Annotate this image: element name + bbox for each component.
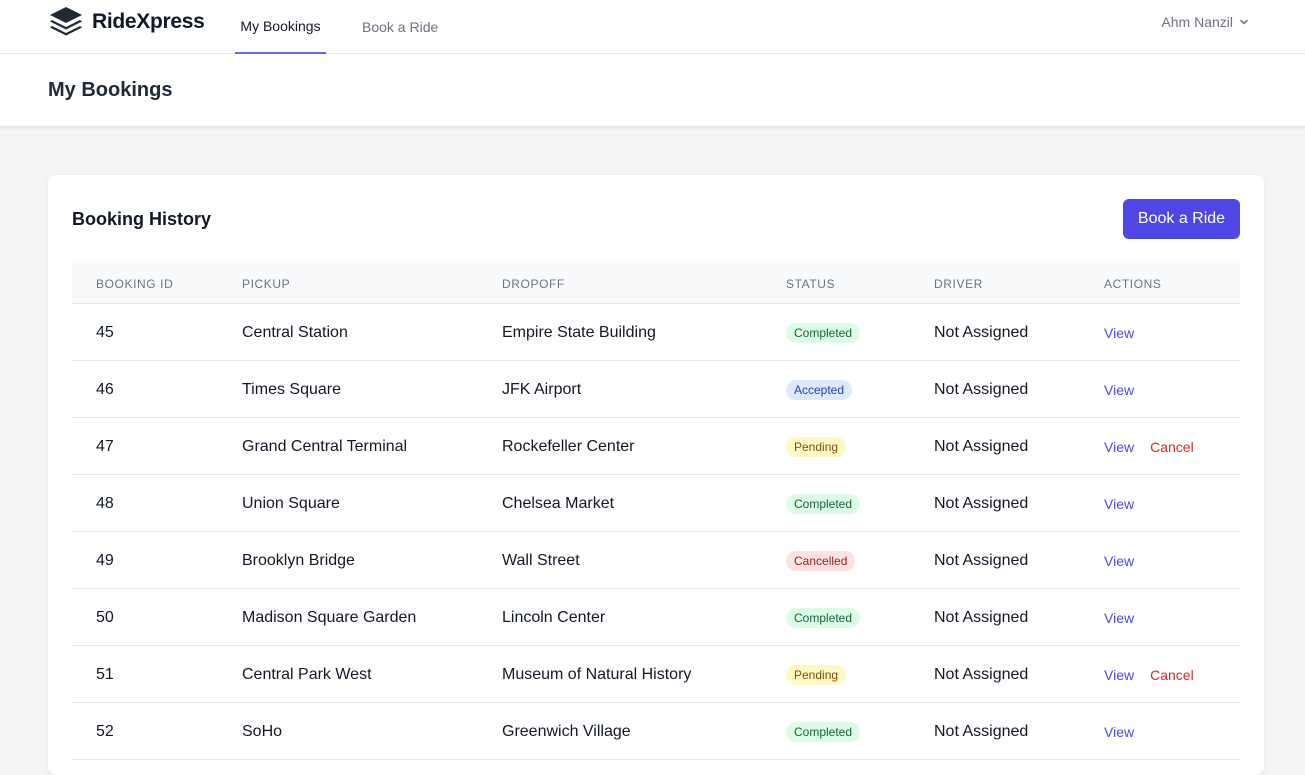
- status-cell: Completed: [786, 722, 861, 742]
- actions-cell: View: [1104, 610, 1150, 628]
- status-badge: Pending: [786, 665, 847, 685]
- driver-name: Not Assigned: [934, 552, 1029, 569]
- actions-cell: View: [1104, 325, 1150, 343]
- booking-id: 51: [96, 666, 114, 683]
- table-row: 50 Madison Square Garden Lincoln Center Com…: [72, 589, 1240, 646]
- page-header: My Bookings: [0, 54, 1305, 127]
- table-row: 51 Central Park West Museum of Natural His…: [72, 646, 1240, 703]
- view-link[interactable]: View: [1104, 496, 1134, 512]
- book-a-ride-button[interactable]: Book a Ride: [1123, 199, 1240, 239]
- header-dropoff: DROPOFF: [502, 277, 565, 291]
- actions-cell: View Cancel: [1104, 667, 1206, 685]
- driver-name: Not Assigned: [934, 609, 1029, 626]
- pickup-location: Madison Square Garden: [242, 609, 417, 626]
- booking-id: 52: [96, 723, 114, 740]
- status-badge: Completed: [786, 722, 861, 742]
- status-cell: Pending: [786, 665, 847, 685]
- table-row: 47 Grand Central Terminal Rockefeller Cent…: [72, 418, 1240, 475]
- nav-my-bookings[interactable]: My Bookings: [235, 0, 326, 54]
- dropoff-location: Lincoln Center: [502, 609, 606, 626]
- bookings-table: BOOKING ID PICKUP DROPOFF STATUS DRIVER …: [72, 263, 1240, 760]
- view-link[interactable]: View: [1104, 325, 1134, 341]
- header-actions: ACTIONS: [1104, 277, 1162, 291]
- status-badge: Accepted: [786, 380, 853, 400]
- status-badge: Completed: [786, 494, 861, 514]
- booking-id: 46: [96, 381, 114, 398]
- booking-id: 48: [96, 495, 114, 512]
- status-cell: Cancelled: [786, 551, 856, 571]
- booking-id: 49: [96, 552, 114, 569]
- card-title: Booking History: [72, 209, 212, 229]
- layers-icon: [50, 7, 82, 36]
- booking-id: 45: [96, 324, 114, 341]
- driver-name: Not Assigned: [934, 438, 1029, 455]
- status-badge: Cancelled: [786, 551, 856, 571]
- pickup-location: SoHo: [242, 723, 283, 740]
- page-title: My Bookings: [48, 79, 173, 101]
- nav-book-a-ride[interactable]: Book a Ride: [357, 0, 443, 54]
- top-navbar: RideXpress My Bookings Book a Ride Ahm N…: [0, 0, 1305, 54]
- driver-name: Not Assigned: [934, 723, 1029, 740]
- driver-name: Not Assigned: [934, 381, 1029, 398]
- view-link[interactable]: View: [1104, 439, 1134, 455]
- driver-name: Not Assigned: [934, 666, 1029, 683]
- view-link[interactable]: View: [1104, 667, 1134, 683]
- dropoff-location: Wall Street: [502, 552, 580, 569]
- dropoff-location: Empire State Building: [502, 324, 656, 341]
- status-cell: Accepted: [786, 380, 853, 400]
- status-badge: Completed: [786, 323, 861, 343]
- dropoff-location: JFK Airport: [502, 381, 582, 398]
- status-cell: Completed: [786, 608, 861, 628]
- view-link[interactable]: View: [1104, 382, 1134, 398]
- cancel-link[interactable]: Cancel: [1150, 439, 1194, 455]
- view-link[interactable]: View: [1104, 553, 1134, 569]
- pickup-location: Times Square: [242, 381, 341, 398]
- pickup-location: Brooklyn Bridge: [242, 552, 355, 569]
- status-cell: Completed: [786, 494, 861, 514]
- header-status: STATUS: [786, 277, 836, 291]
- header-pickup: PICKUP: [242, 277, 291, 291]
- table-row: 48 Union Square Chelsea Market Completed Not…: [72, 475, 1240, 532]
- chevron-down-icon: [1240, 19, 1248, 25]
- status-cell: Completed: [786, 323, 861, 343]
- pickup-location: Union Square: [242, 495, 340, 512]
- dropoff-location: Rockefeller Center: [502, 438, 635, 455]
- cancel-link[interactable]: Cancel: [1150, 667, 1194, 683]
- table-header: BOOKING ID PICKUP DROPOFF STATUS DRIVER …: [72, 263, 1240, 304]
- status-badge: Pending: [786, 437, 847, 457]
- dropoff-location: Chelsea Market: [502, 495, 615, 512]
- actions-cell: View: [1104, 553, 1150, 571]
- table-row: 52 SoHo Greenwich Village Completed Not Assi…: [72, 703, 1240, 760]
- actions-cell: View Cancel: [1104, 439, 1206, 457]
- driver-name: Not Assigned: [934, 324, 1029, 341]
- user-menu[interactable]: Ahm Nanzil: [1161, 12, 1249, 32]
- booking-id: 50: [96, 609, 114, 626]
- actions-cell: View: [1104, 496, 1150, 514]
- header-driver: DRIVER: [934, 277, 983, 291]
- booking-history-card: Booking History Book a Ride BOOKING ID P…: [48, 175, 1264, 775]
- pickup-location: Central Station: [242, 324, 348, 341]
- pickup-location: Grand Central Terminal: [242, 438, 408, 455]
- table-row: 46 Times Square JFK Airport Accepted Not Ass…: [72, 361, 1240, 418]
- status-cell: Pending: [786, 437, 847, 457]
- dropoff-location: Greenwich Village: [502, 723, 631, 740]
- driver-name: Not Assigned: [934, 495, 1029, 512]
- brand-name: RideXpress: [92, 10, 205, 33]
- table-row: 49 Brooklyn Bridge Wall Street Cancelled Not…: [72, 532, 1240, 589]
- header-booking-id: BOOKING ID: [96, 277, 174, 291]
- pickup-location: Central Park West: [242, 666, 372, 683]
- dropoff-location: Museum of Natural History: [502, 666, 692, 683]
- view-link[interactable]: View: [1104, 724, 1134, 740]
- view-link[interactable]: View: [1104, 610, 1134, 626]
- user-name: Ahm Nanzil: [1161, 14, 1233, 30]
- table-row: 45 Central Station Empire State Building Co…: [72, 304, 1240, 361]
- booking-id: 47: [96, 438, 114, 455]
- status-badge: Completed: [786, 608, 861, 628]
- actions-cell: View: [1104, 724, 1150, 742]
- table-body: 45 Central Station Empire State Building Co…: [72, 304, 1240, 760]
- brand-logo[interactable]: RideXpress: [48, 4, 205, 40]
- actions-cell: View: [1104, 382, 1150, 400]
